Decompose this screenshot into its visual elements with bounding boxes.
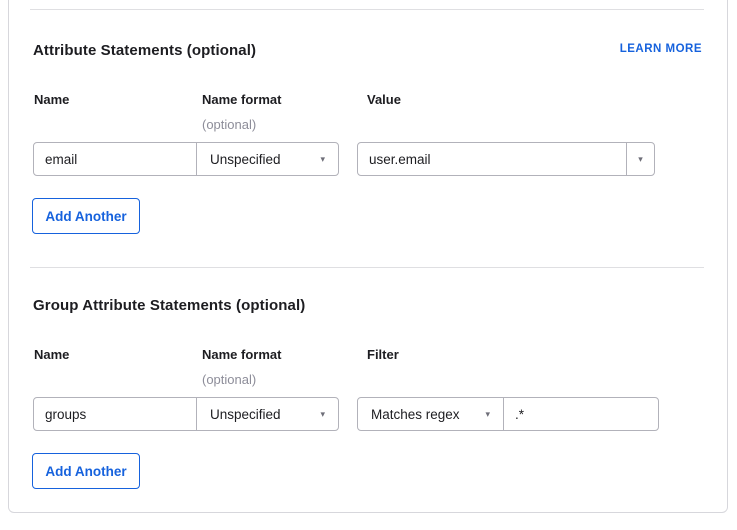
- section-divider: [30, 9, 704, 10]
- group-attribute-name-input[interactable]: [33, 397, 197, 431]
- group-attribute-statements-title: Group Attribute Statements (optional): [33, 297, 305, 314]
- attribute-name-format-value: Unspecified: [210, 152, 281, 167]
- attribute-name-format-select[interactable]: Unspecified ▾: [196, 142, 339, 176]
- attribute-value-dropdown-button[interactable]: ▾: [626, 142, 655, 176]
- learn-more-link[interactable]: LEARN MORE: [620, 43, 702, 55]
- group-filter-type-select[interactable]: Matches regex ▾: [357, 397, 504, 431]
- group-name-format-select[interactable]: Unspecified ▾: [196, 397, 339, 431]
- add-another-attribute-button[interactable]: Add Another: [32, 198, 140, 234]
- chevron-down-icon: ▾: [320, 155, 325, 164]
- attribute-value-input[interactable]: [357, 142, 627, 176]
- attribute-name-input[interactable]: [33, 142, 197, 176]
- column-label-name-format: Name format: [202, 92, 281, 107]
- section-divider: [30, 267, 704, 268]
- name-format-optional-note: (optional): [202, 117, 256, 132]
- group-attribute-statement-row: Unspecified ▾ Matches regex ▾: [33, 397, 659, 431]
- group-name-format-value: Unspecified: [210, 407, 281, 422]
- add-another-group-attribute-button[interactable]: Add Another: [32, 453, 140, 489]
- attribute-statement-row: Unspecified ▾ ▾: [33, 142, 655, 176]
- column-label-name-format: Name format: [202, 347, 281, 362]
- column-label-filter: Filter: [367, 347, 399, 362]
- column-label-name: Name: [34, 347, 69, 362]
- column-label-name: Name: [34, 92, 69, 107]
- saml-settings-page: Attribute Statements (optional) LEARN MO…: [0, 0, 737, 530]
- column-label-value: Value: [367, 92, 401, 107]
- settings-card: [8, 0, 728, 513]
- attribute-statements-title: Attribute Statements (optional): [33, 42, 256, 59]
- chevron-down-icon: ▾: [485, 410, 490, 419]
- group-filter-value-input[interactable]: [503, 397, 659, 431]
- name-format-optional-note: (optional): [202, 372, 256, 387]
- group-filter-type-value: Matches regex: [371, 407, 460, 422]
- chevron-down-icon: ▾: [638, 155, 643, 164]
- chevron-down-icon: ▾: [320, 410, 325, 419]
